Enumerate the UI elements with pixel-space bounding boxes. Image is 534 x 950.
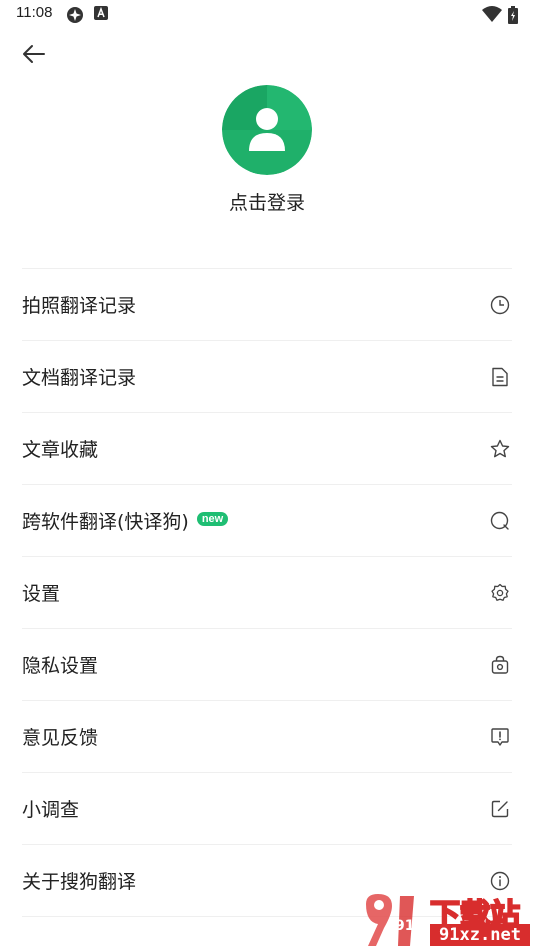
menu-item-label: 意见反馈 [22, 727, 99, 749]
menu-item-survey[interactable]: 小调查 [22, 773, 512, 845]
menu-item-settings[interactable]: 设置 [22, 557, 512, 629]
watermark-logo: 91 [366, 894, 414, 946]
menu-item-feedback[interactable]: 意见反馈 [22, 701, 512, 773]
menu-item-label: 文章收藏 [22, 439, 99, 461]
menu-item-label: 跨软件翻译(快译狗) [22, 511, 189, 533]
watermark: 91 下载站 91xz.net [362, 890, 534, 950]
star-icon [490, 439, 510, 458]
status-time: 11:08 [16, 4, 53, 21]
search-chat-icon [490, 511, 509, 530]
menu-item-cross-app-translate[interactable]: 跨软件翻译(快译狗) new [22, 485, 512, 557]
keyboard-a-icon [94, 6, 108, 20]
feedback-icon [491, 728, 509, 746]
menu-item-label: 设置 [22, 583, 61, 605]
clock-icon [490, 295, 510, 315]
menu-item-label: 隐私设置 [22, 655, 99, 677]
back-arrow-icon[interactable] [20, 40, 48, 68]
menu-item-privacy-settings[interactable]: 隐私设置 [22, 629, 512, 701]
menu-item-document-history[interactable]: 文档翻译记录 [22, 341, 512, 413]
document-icon [492, 367, 508, 387]
battery-icon [508, 6, 518, 24]
avatar[interactable] [222, 85, 312, 175]
menu-item-article-favorites[interactable]: 文章收藏 [22, 413, 512, 485]
menu-item-label: 小调查 [22, 799, 80, 821]
watermark-logo-text: 91 [395, 918, 414, 934]
gear-icon [491, 583, 509, 601]
login-label[interactable]: 点击登录 [0, 188, 534, 215]
watermark-site: 91xz.net [430, 924, 530, 946]
menu-item-label: 拍照翻译记录 [22, 295, 137, 317]
menu-item-label: 关于搜狗翻译 [22, 871, 137, 893]
settings-notification-icon [67, 7, 83, 23]
menu-list: 拍照翻译记录 文档翻译记录 文章收藏 跨软件翻译(快译狗) new 设置 隐私设… [22, 268, 512, 917]
new-badge: new [196, 511, 229, 526]
info-icon [490, 871, 510, 891]
menu-item-label: 文档翻译记录 [22, 367, 137, 389]
status-bar: 11:08 [0, 0, 534, 28]
wifi-icon [482, 6, 502, 22]
menu-item-photo-history[interactable]: 拍照翻译记录 [22, 269, 512, 341]
edit-icon [491, 800, 509, 818]
lock-camera-icon [491, 655, 509, 674]
